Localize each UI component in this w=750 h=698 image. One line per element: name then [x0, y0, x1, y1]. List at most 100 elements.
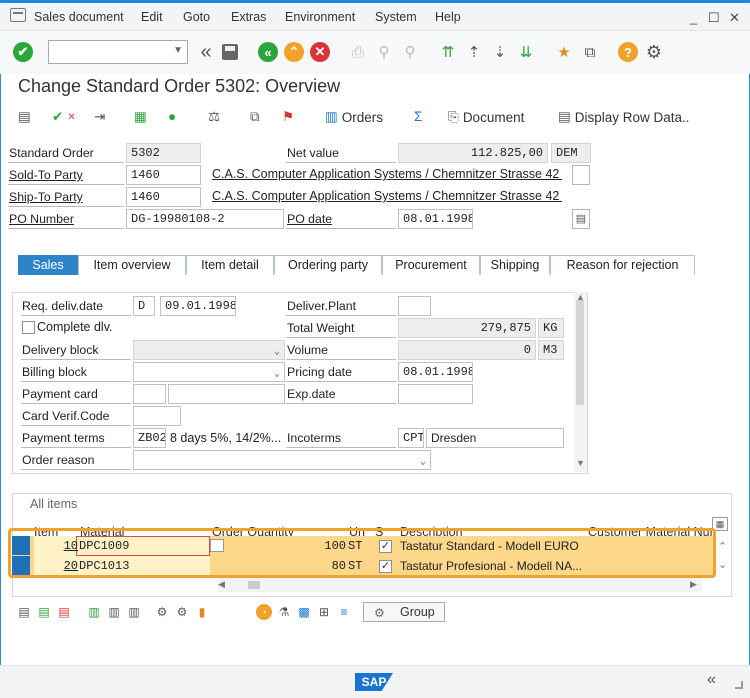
deliver-plant-field[interactable]: [398, 296, 431, 316]
pin-icon[interactable]: ⚑: [282, 109, 294, 125]
tab-item-detail[interactable]: Item detail: [186, 255, 274, 275]
sold-to-party-field[interactable]: 1460: [126, 165, 201, 185]
check-icon[interactable]: ✔ ✕: [52, 109, 76, 125]
po-date-field[interactable]: 08.01.1998: [398, 209, 473, 229]
menu-edit[interactable]: Edit: [141, 10, 163, 24]
menu-goto[interactable]: Goto: [183, 10, 210, 24]
back-history-icon[interactable]: «: [196, 41, 216, 63]
menu-help[interactable]: Help: [435, 10, 461, 24]
group-button[interactable]: ⚙ Group: [363, 602, 445, 622]
app-menu-icon[interactable]: [10, 8, 26, 22]
menu-sales-document[interactable]: Sales document: [34, 10, 124, 24]
close-window-button[interactable]: ✕: [729, 10, 740, 26]
po-date-label[interactable]: PO date: [286, 209, 396, 229]
availability-icon[interactable]: ◔: [254, 602, 274, 622]
copy-icon[interactable]: ⧉: [250, 109, 260, 125]
incoterms-code-field[interactable]: CPT: [398, 428, 424, 448]
sort-icon[interactable]: ⚙: [172, 602, 192, 622]
req-deliv-date-type-field[interactable]: D: [133, 296, 155, 316]
menu-extras[interactable]: Extras: [231, 10, 266, 24]
orders-button[interactable]: ▥ Orders: [325, 109, 383, 125]
ship-to-party-field[interactable]: 1460: [126, 187, 201, 207]
cancel-icon[interactable]: ✕: [310, 42, 330, 62]
resize-handle-icon[interactable]: [735, 681, 743, 689]
partner-document-icon[interactable]: [572, 165, 590, 185]
sales-panel-scrollbar[interactable]: ▲ ▼: [574, 292, 587, 472]
payment-card-field[interactable]: [168, 384, 285, 404]
card-verif-code-field[interactable]: [133, 406, 181, 426]
shortcut-icon[interactable]: ⧉: [580, 42, 600, 62]
sum-icon[interactable]: Σ: [414, 109, 422, 124]
previous-page-icon[interactable]: ⇡: [464, 42, 484, 62]
tab-item-overview[interactable]: Item overview: [78, 255, 186, 275]
delete-row-icon[interactable]: ▤: [54, 602, 74, 622]
delivery-block-select[interactable]: ⌄: [133, 340, 285, 360]
chart-icon[interactable]: ▮: [192, 602, 212, 622]
payment-terms-field[interactable]: ZB02: [133, 428, 166, 448]
command-field[interactable]: ▼: [48, 40, 188, 64]
network-icon[interactable]: ⊞: [314, 602, 334, 622]
payment-card-type-field[interactable]: [133, 384, 166, 404]
flask-icon[interactable]: ⚗: [274, 602, 294, 622]
tab-shipping[interactable]: Shipping: [480, 255, 550, 275]
enter-icon[interactable]: ✔: [13, 42, 33, 62]
person-icon[interactable]: ●: [168, 109, 176, 124]
list-icon[interactable]: ≡: [334, 602, 354, 622]
po-number-label[interactable]: PO Number: [8, 209, 124, 229]
table-scroll-up-icon[interactable]: ⌃: [718, 540, 727, 553]
table-horizontal-scrollbar[interactable]: ◀ ▶: [218, 578, 702, 592]
scroll-thumb[interactable]: [576, 300, 584, 405]
tab-procurement[interactable]: Procurement: [382, 255, 480, 275]
sold-to-party-name[interactable]: C.A.S. Computer Application Systems / Ch…: [212, 167, 562, 181]
minimize-button[interactable]: _: [690, 10, 697, 25]
menu-system[interactable]: System: [375, 10, 417, 24]
create-session-icon[interactable]: ★: [554, 42, 574, 62]
incoterms-place-field[interactable]: Dresden: [426, 428, 564, 448]
req-deliv-date-field[interactable]: 09.01.1998: [160, 296, 236, 316]
save-icon[interactable]: [220, 42, 240, 62]
item-detail-icon[interactable]: ▤: [14, 602, 34, 622]
tab-ordering-party[interactable]: Ordering party: [274, 255, 382, 275]
scroll-left-icon[interactable]: ◀: [218, 579, 225, 590]
insert-row-icon[interactable]: ▤: [34, 602, 54, 622]
scroll-thumb[interactable]: [248, 581, 260, 589]
select-all-icon[interactable]: ▥: [84, 602, 104, 622]
ship-to-party-name[interactable]: C.A.S. Computer Application Systems / Ch…: [212, 189, 562, 203]
scroll-right-icon[interactable]: ▶: [690, 579, 697, 590]
find-icon[interactable]: ⚲: [374, 42, 394, 62]
scale-icon[interactable]: ⚖: [208, 109, 220, 125]
print-icon[interactable]: ⎙: [348, 42, 368, 62]
table-scroll-down-icon[interactable]: ⌄: [718, 558, 727, 571]
display-row-data-button[interactable]: ▤ Display Row Data..: [558, 109, 690, 125]
complete-dlv-checkbox[interactable]: [22, 321, 35, 334]
next-page-icon[interactable]: ⇣: [490, 42, 510, 62]
ship-to-party-label[interactable]: Ship-To Party: [8, 187, 124, 207]
po-number-field[interactable]: DG-19980108-2: [126, 209, 284, 229]
insert-icon[interactable]: ⇥: [94, 109, 105, 125]
help-icon[interactable]: ?: [618, 42, 638, 62]
menu-environment[interactable]: Environment: [285, 10, 355, 24]
deselect-all-icon[interactable]: ▥: [124, 602, 144, 622]
scroll-down-icon[interactable]: ▼: [576, 458, 585, 468]
people-icon[interactable]: ▩: [294, 602, 314, 622]
configuration-icon[interactable]: ⚙: [152, 602, 172, 622]
exp-date-field[interactable]: [398, 384, 473, 404]
pricing-date-field[interactable]: 08.01.1998: [398, 362, 473, 382]
first-page-icon[interactable]: ⇈: [438, 42, 458, 62]
sold-to-party-label[interactable]: Sold-To Party: [8, 165, 124, 185]
header-document-icon[interactable]: ▦: [134, 109, 147, 125]
gear-icon[interactable]: ⚙: [644, 42, 664, 62]
find-next-icon[interactable]: ⚲: [400, 42, 420, 62]
display-document-icon[interactable]: ▤: [18, 109, 31, 125]
order-reason-select[interactable]: ⌄: [133, 450, 431, 470]
billing-block-select[interactable]: ⌄: [133, 362, 285, 382]
last-page-icon[interactable]: ⇊: [516, 42, 536, 62]
tab-reason-for-rejection[interactable]: Reason for rejection: [550, 255, 695, 275]
document-button[interactable]: ⎘ Document: [448, 109, 524, 125]
collapse-status-icon[interactable]: «: [707, 671, 716, 689]
maximize-button[interactable]: ☐: [708, 10, 720, 26]
select-block-icon[interactable]: ▥: [104, 602, 124, 622]
po-document-icon[interactable]: ▤: [572, 209, 590, 229]
tab-sales[interactable]: Sales: [18, 255, 78, 275]
back-icon[interactable]: «: [258, 42, 278, 62]
